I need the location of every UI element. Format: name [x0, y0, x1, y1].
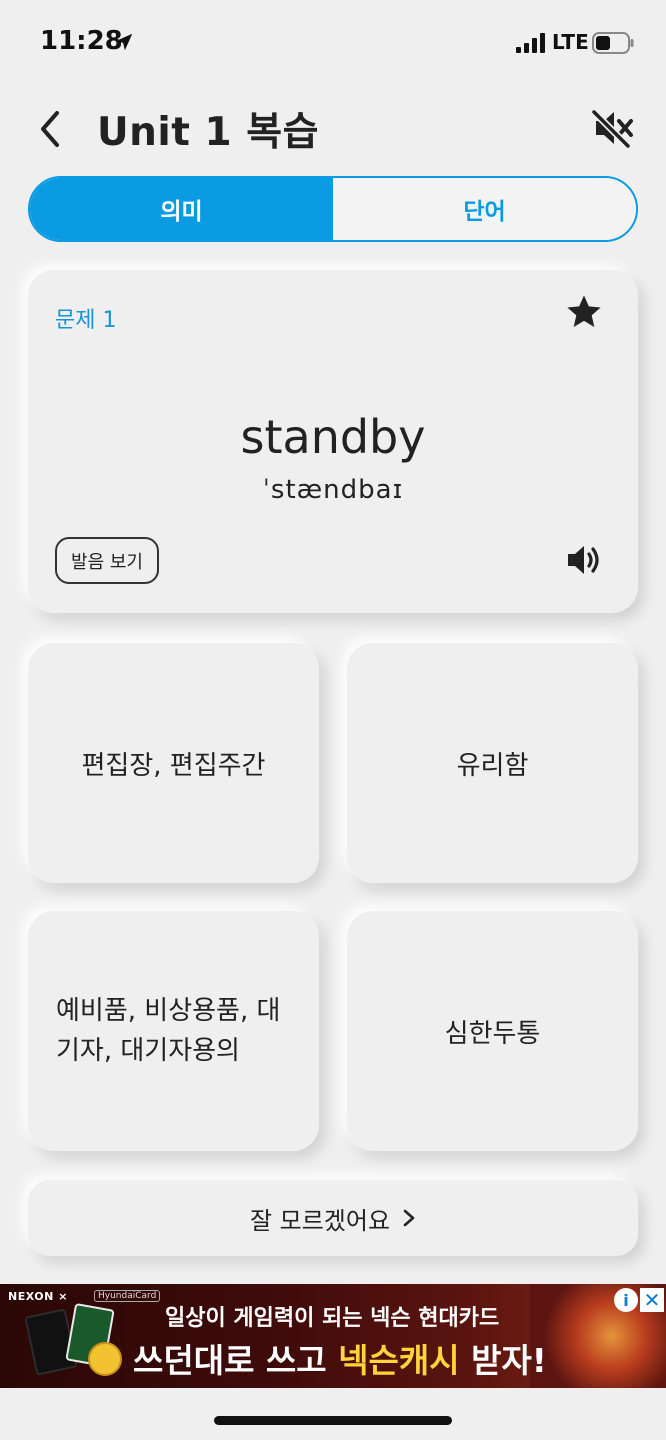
cellular-signal-icon — [516, 33, 545, 53]
dont-know-label: 잘 모르겠어요 — [249, 1206, 391, 1235]
ad-coin-image — [88, 1342, 122, 1376]
question-card: 문제 1 standby ˈstændbaɪ 발음 보기 — [28, 270, 638, 613]
ad-partner-logo: HyundaiCard — [94, 1290, 161, 1302]
ad-brand-logo: NEXON × — [8, 1290, 68, 1303]
answer-option-3[interactable]: 예비품, 비상용품, 대 기자, 대기자용의 — [28, 911, 319, 1151]
dont-know-button[interactable]: 잘 모르겠어요 — [28, 1180, 638, 1256]
vocab-word: standby — [240, 410, 426, 464]
mute-button[interactable] — [588, 106, 634, 150]
page-title: Unit 1 복습 — [97, 110, 319, 155]
answer-option-1[interactable]: 편집장, 편집주간 — [28, 643, 319, 883]
chevron-right-icon — [403, 1209, 415, 1227]
answer-option-2[interactable]: 유리함 — [347, 643, 638, 883]
status-bar: 11:28 LTE — [0, 0, 666, 86]
answer-option-3-line-1: 예비품, 비상용품, 대 — [56, 996, 281, 1026]
question-number: 문제 1 — [55, 308, 117, 333]
ad-headline: 일상이 게임력이 되는 넥슨 현대카드 — [165, 1306, 500, 1331]
network-type: LTE — [552, 30, 589, 54]
phonetic-transcription: ˈstændbaɪ — [262, 475, 404, 505]
ad-banner[interactable]: NEXON × HyundaiCard 일상이 게임력이 되는 넥슨 현대카드 … — [0, 1284, 666, 1388]
home-indicator[interactable] — [214, 1416, 452, 1425]
ad-tagline: 쓰던대로 쓰고 넥슨캐시 받자! — [133, 1341, 547, 1380]
status-time: 11:28 — [40, 26, 123, 56]
location-arrow-icon — [115, 33, 133, 51]
battery-icon — [592, 32, 634, 54]
mode-segmented-control: 의미 단어 — [28, 176, 638, 242]
star-icon — [567, 295, 601, 327]
speaker-icon — [568, 546, 599, 574]
speaker-muted-icon — [590, 108, 633, 150]
show-pronunciation-button[interactable]: 발음 보기 — [55, 537, 159, 584]
answer-option-4[interactable]: 심한두통 — [347, 911, 638, 1151]
tab-word[interactable]: 단어 — [333, 178, 636, 240]
answer-option-3-line-2: 기자, 대기자용의 — [56, 1036, 240, 1066]
back-button[interactable] — [30, 104, 70, 154]
ad-info-icon[interactable]: i — [614, 1288, 638, 1312]
play-audio-button[interactable] — [564, 540, 604, 580]
ad-close-icon[interactable]: ✕ — [640, 1288, 664, 1312]
bookmark-button[interactable] — [564, 292, 604, 332]
chevron-left-icon — [41, 111, 59, 147]
tab-meaning[interactable]: 의미 — [30, 178, 333, 240]
